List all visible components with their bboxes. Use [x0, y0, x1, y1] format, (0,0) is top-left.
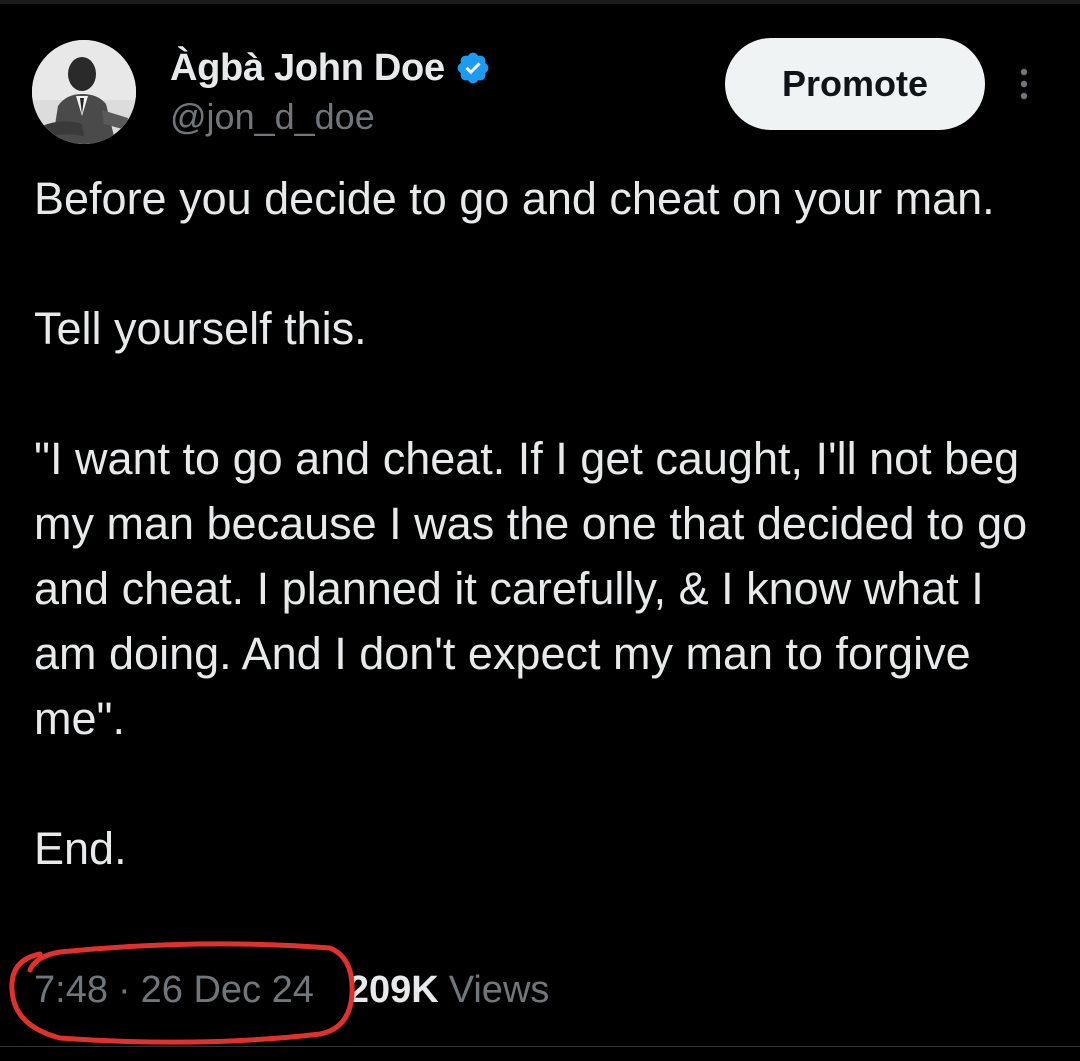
- display-name-row: Àgbà John Doe: [170, 42, 491, 94]
- author-handle[interactable]: @jon_d_doe: [170, 96, 491, 138]
- promote-button[interactable]: Promote: [725, 38, 985, 130]
- tweet-metadata: 7:48 · 26 Dec 24 209K Views: [34, 965, 549, 1015]
- views-count[interactable]: 209K: [348, 969, 439, 1012]
- meta-separator: ·: [117, 968, 131, 1011]
- verified-badge-icon[interactable]: [455, 50, 491, 86]
- top-divider: [0, 0, 1080, 4]
- tweet-text: Before you decide to go and cheat on you…: [34, 173, 1028, 874]
- author-names: Àgbà John Doe @jon_d_doe: [170, 42, 491, 138]
- tweet-time[interactable]: 7:48: [34, 969, 108, 1012]
- more-options-icon[interactable]: [1014, 64, 1034, 104]
- author-display-name[interactable]: Àgbà John Doe: [170, 47, 445, 90]
- tweet-date[interactable]: 26 Dec 24: [141, 969, 314, 1012]
- avatar-photo: [32, 40, 136, 144]
- avatar[interactable]: [32, 40, 136, 144]
- views-label[interactable]: Views: [449, 969, 550, 1012]
- bottom-divider: [0, 1046, 1080, 1047]
- tweet-header: Àgbà John Doe @jon_d_doe Promote: [32, 38, 1048, 148]
